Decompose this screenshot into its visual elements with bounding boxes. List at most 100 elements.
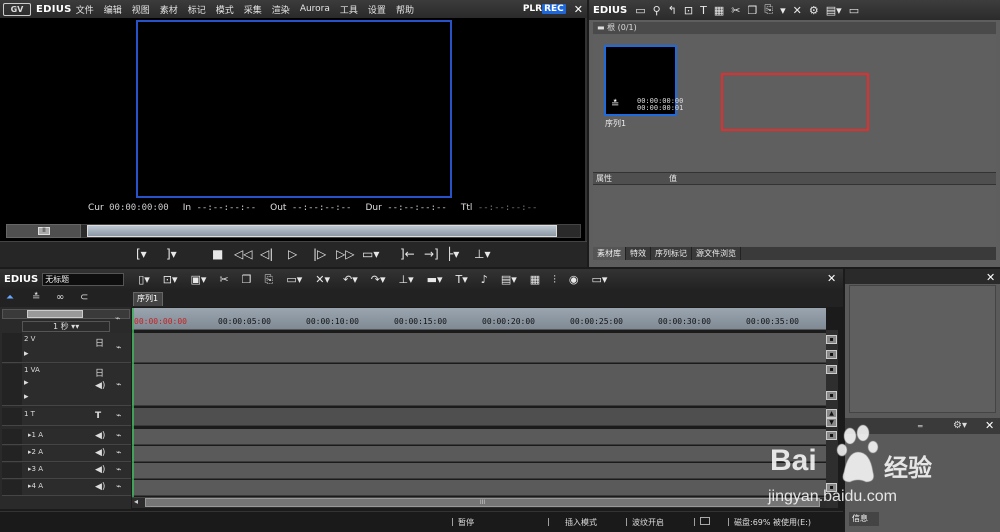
scroll-left-icon[interactable]: ◂ xyxy=(134,497,138,506)
redo-icon[interactable]: ↷▾ xyxy=(371,273,386,286)
video-on-icon[interactable]: 日 xyxy=(95,366,104,379)
mark-icon[interactable]: ⊥▾ xyxy=(399,273,414,286)
output-icon[interactable]: ⊥▾ xyxy=(474,246,490,262)
scale-select[interactable]: 1 秒 ▾▾ xyxy=(22,321,110,332)
track-1a-lane[interactable] xyxy=(132,429,826,445)
speaker-icon[interactable]: ◀) xyxy=(95,431,105,441)
set-out-icon[interactable]: ]▾ xyxy=(166,246,177,262)
track-1t-lane[interactable] xyxy=(132,408,826,426)
menu-aurora[interactable]: Aurora xyxy=(300,4,330,14)
expand-icon[interactable]: ⌁ xyxy=(115,314,120,324)
sync-icon[interactable]: ⌁ xyxy=(116,482,121,492)
track-2a-header[interactable]: ▸2 A ◀) ⌁ xyxy=(22,446,131,462)
title-icon[interactable]: T xyxy=(95,411,101,421)
ripple-status[interactable]: 波纹开启 xyxy=(632,517,664,528)
shuttle-knob[interactable]: II xyxy=(38,227,50,235)
close-icon[interactable]: ✕ xyxy=(574,3,583,16)
scroll-up-icon[interactable]: ▲ xyxy=(826,409,837,418)
paste-icon[interactable]: ⎘ xyxy=(764,3,773,17)
menu-help[interactable]: 帮助 xyxy=(396,3,414,16)
grid-icon[interactable]: ▦ xyxy=(530,273,540,286)
sync-icon[interactable]: ⌁ xyxy=(116,380,121,390)
menu-tools[interactable]: 工具 xyxy=(340,3,358,16)
sync-icon[interactable]: ⌁ xyxy=(116,343,121,353)
scroll-button[interactable]: ▪ xyxy=(826,391,837,400)
save-icon[interactable]: ▣▾ xyxy=(191,273,207,286)
track-1va-lane[interactable] xyxy=(132,364,826,406)
layout-icon[interactable]: ▭ xyxy=(849,4,859,17)
overwrite-icon[interactable]: →] xyxy=(424,246,439,262)
track-3a-header[interactable]: ▸3 A ◀) ⌁ xyxy=(22,463,131,479)
track-1va-header[interactable]: 1 VA ▸ ▸ 日 ◀) ⌁ xyxy=(22,364,131,406)
speaker-icon[interactable]: ◀) xyxy=(95,381,105,391)
speaker-icon[interactable]: ◀) xyxy=(95,482,105,492)
menu-marker[interactable]: 标记 xyxy=(188,3,206,16)
copy-icon[interactable]: ❐ xyxy=(747,4,757,17)
properties-icon[interactable]: ⚙ xyxy=(809,4,819,17)
tab-source-browser[interactable]: 源文件浏览 xyxy=(692,247,741,260)
up-folder-icon[interactable]: ↰ xyxy=(668,4,677,17)
zoom-knob[interactable] xyxy=(27,310,83,318)
sequence-tab[interactable]: 序列1 xyxy=(133,292,163,306)
stop-icon[interactable]: ■ xyxy=(212,246,223,262)
video-on-icon[interactable]: 日 xyxy=(95,336,104,349)
rewind-icon[interactable]: ◁◁ xyxy=(234,246,252,262)
fast-forward-icon[interactable]: ▷▷ xyxy=(336,246,354,262)
track-2v-header[interactable]: 2 V ▸ 日 ⌁ xyxy=(22,333,131,363)
menu-edit[interactable]: 编辑 xyxy=(104,3,122,16)
menu-view[interactable]: 视图 xyxy=(132,3,150,16)
position-slider[interactable] xyxy=(87,225,557,237)
loop-icon[interactable]: ▭▾ xyxy=(362,246,379,262)
expand-icon[interactable]: ▸ xyxy=(24,378,29,388)
expand-icon[interactable]: ▸ xyxy=(24,349,29,359)
mode-icon[interactable]: ⏶ xyxy=(6,292,14,303)
menu-clip[interactable]: 素材 xyxy=(160,3,178,16)
copy-icon[interactable]: ❐ xyxy=(242,273,252,286)
title-icon[interactable]: T▾ xyxy=(456,273,468,286)
mixer-icon[interactable]: ⫶ xyxy=(553,273,556,287)
timeline-cursor[interactable] xyxy=(132,308,134,508)
delete-icon[interactable]: ✕ xyxy=(793,4,802,17)
color-bar-icon[interactable]: ▦ xyxy=(714,4,724,17)
ripple-icon[interactable]: ▭▾ xyxy=(286,273,302,286)
clip-name[interactable]: 序列1 xyxy=(605,118,626,129)
track-2a-lane[interactable] xyxy=(132,446,826,462)
rec-toggle[interactable]: REC xyxy=(542,4,566,14)
tab-bin[interactable]: 素材库 xyxy=(593,247,626,260)
menu-settings[interactable]: 设置 xyxy=(368,3,386,16)
undo-icon[interactable]: ↶▾ xyxy=(343,273,358,286)
sync-icon[interactable]: ⌁ xyxy=(116,448,121,458)
insert-mode-status[interactable]: 插入模式 xyxy=(565,517,597,528)
layout-icon[interactable]: ▭▾ xyxy=(592,273,608,286)
sync-icon[interactable]: ⌁ xyxy=(116,465,121,475)
microphone-icon[interactable]: ♪ xyxy=(481,273,488,286)
match-frame-icon[interactable]: ├▾ xyxy=(446,246,459,262)
set-in-icon[interactable]: [▾ xyxy=(136,246,147,262)
open-icon[interactable]: ⊡▾ xyxy=(163,273,178,286)
cut-icon[interactable]: ✂ xyxy=(219,273,228,286)
link-icon[interactable]: ∞ xyxy=(56,292,64,303)
step-forward-icon[interactable]: |▷ xyxy=(313,246,326,262)
track-2v-lane[interactable] xyxy=(132,333,826,363)
delete-icon[interactable]: ✕▾ xyxy=(315,273,330,286)
folder-icon[interactable]: ▭ xyxy=(635,4,645,17)
close-icon[interactable]: ✕ xyxy=(827,272,836,285)
sync-icon[interactable]: ⌁ xyxy=(116,411,121,421)
track-1a-header[interactable]: ▸1 A ◀) ⌁ xyxy=(22,429,131,445)
project-name-field[interactable]: 无标题 xyxy=(42,273,125,286)
plr-toggle[interactable]: PLR xyxy=(523,4,542,14)
scroll-button[interactable]: ▪ xyxy=(826,335,837,344)
paste-icon[interactable]: ⎘ xyxy=(265,273,274,287)
menu-capture[interactable]: 采集 xyxy=(244,3,262,16)
title-icon[interactable]: T xyxy=(700,4,707,17)
track-1t-header[interactable]: 1 T T ⌁ xyxy=(22,408,131,426)
speaker-icon[interactable]: ◀) xyxy=(95,465,105,475)
link-icon[interactable]: ▬▾ xyxy=(427,273,443,286)
tab-sequence-markers[interactable]: 序列标记 xyxy=(651,247,692,260)
time-ruler[interactable]: 00:00:00:00 00:00:05:00 00:00:10:00 00:0… xyxy=(132,308,826,330)
scroll-button[interactable]: ▪ xyxy=(826,365,837,374)
play-icon[interactable]: ▷ xyxy=(288,246,297,262)
cut-icon[interactable]: ✂ xyxy=(731,4,740,17)
step-back-icon[interactable]: ◁| xyxy=(260,246,273,262)
search-icon[interactable]: ⚲ xyxy=(653,4,661,17)
